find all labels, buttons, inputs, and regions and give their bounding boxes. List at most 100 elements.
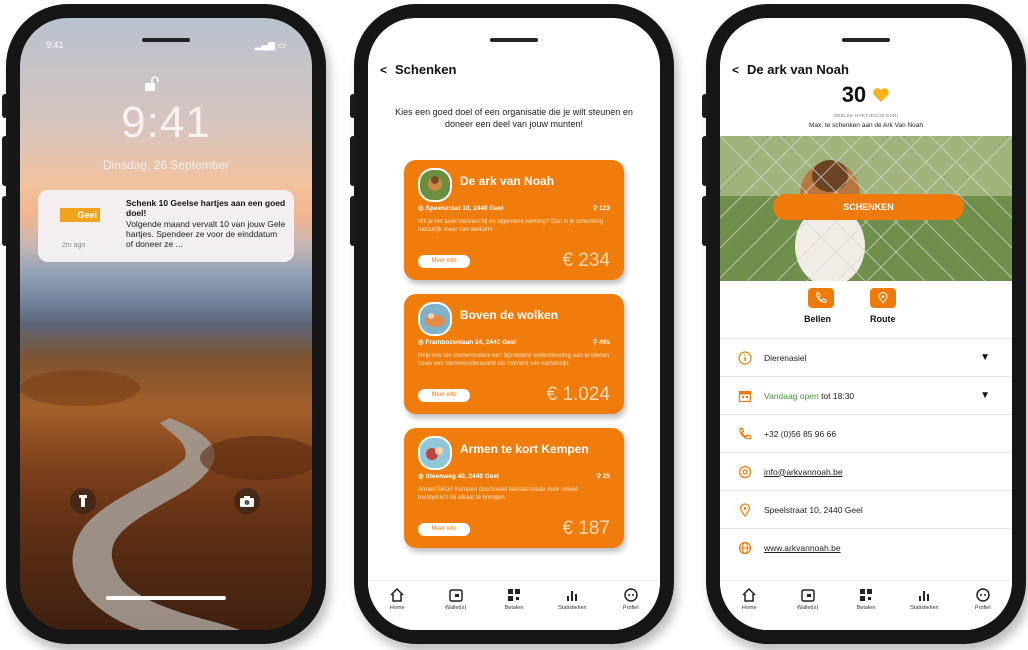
donate-screen: < Schenken Kies een goed doel of een orga… [368,18,660,630]
speaker [842,38,890,42]
expand-arrow-icon[interactable]: ▼ [980,390,990,401]
phone-detail: < De ark van Noah 30 GEELSE HARTJES(30 EU… [702,4,1026,644]
home-indicator[interactable] [106,596,226,600]
camera-button[interactable] [234,488,260,514]
website-row[interactable]: www.arkvannoah.be [720,528,1012,566]
back-icon[interactable]: < [380,63,387,77]
charity-name: Boven de wolken [460,308,559,322]
landscape-path-image [20,370,312,630]
info-icon [738,350,752,365]
more-info-button[interactable]: Meer info [418,255,470,268]
donor-count: ⚲ 25 [596,473,610,480]
date: Dinsdag, 26 September [102,158,230,172]
tab-wallets[interactable]: Wallet(s) [431,587,481,630]
volume-down-button [702,196,708,246]
page-header: < De ark van Noah [732,62,849,77]
charity-avatar [418,436,452,470]
tab-statistics[interactable]: Statistieken [547,587,597,630]
category-row[interactable]: Dierenasiel ▼ [720,338,1012,376]
unlock-icon [145,76,159,91]
home-icon [742,587,756,602]
charity-card[interactable]: Boven de wolken ◎ Frambozenlaan 24, 2440… [404,294,624,414]
side-button [350,94,356,118]
expand-arrow-icon[interactable]: ▼ [980,352,990,363]
page-header: < Schenken [380,62,456,77]
donor-count: ⚲ 485 [592,339,610,346]
tab-profile[interactable]: Profiel [958,587,1008,630]
detail-screen: < De ark van Noah 30 GEELSE HARTJES(30 EU… [720,18,1012,630]
globe-icon [738,541,752,554]
volume-up-button [702,136,708,186]
intro-text: Kies een goed doel of een organisatie di… [395,107,633,129]
charity-name: De ark van Noah [460,174,555,188]
max-donation-text: Max. te schenken aan de Ark Van Noah [808,122,924,129]
hearts-caption: GEELSE HARTJES(30 EUR) [833,113,899,118]
status-time: 9:41 [46,40,64,50]
phone-lockscreen: 9:41 ▂▄▆ ▭ 9:41 Dinsdag, 26 September Ge… [2,4,326,644]
charity-address: ◎ Frambozenlaan 24, 2440 Geel [418,339,517,346]
route-button[interactable] [870,288,896,308]
charity-name: Armen te kort Kempen [460,442,589,456]
side-button [2,94,8,118]
charity-card[interactable]: De ark van Noah ◎ Speelstraat 10, 2440 G… [404,160,624,280]
tab-pay[interactable]: Betalen [841,587,891,630]
charity-description: Wil je het asiel steunen bij de algemene… [418,219,604,233]
speaker [142,38,190,42]
charity-address: ◎ Speelstraat 10, 2440 Geel [418,205,504,212]
more-info-button[interactable]: Meer info [418,523,470,536]
call-button[interactable] [808,288,834,308]
tab-pay[interactable]: Betalen [489,587,539,630]
clock: 9:41 [121,98,211,147]
opening-hours-row[interactable]: Vandaag open tot 18:30 ▼ [720,376,1012,414]
side-button [702,94,708,118]
charity-description: ArmenTeKort Kempen doorbreekt kansarmoed… [418,487,579,501]
charity-card[interactable]: Armen te kort Kempen ◎ Steenweg 40, 2440… [404,428,624,548]
phone-icon [816,292,827,303]
notification[interactable]: Geel 2m ago Schenk 10 Geelse hartjes aan… [38,190,294,262]
address-row[interactable]: Speelstraat 10, 2440 Geel [720,490,1012,528]
phone-donate: < Schenken Kies een goed doel of een orga… [350,4,674,644]
profile-icon [624,588,638,602]
email-row[interactable]: info@arkvannoah.be [720,452,1012,490]
qr-code-icon [859,589,872,601]
tab-bar: Home Wallet(s) Betalen Statistieken Prof… [368,580,660,630]
notification-time: 2m ago [62,242,86,249]
charity-avatar [418,302,452,336]
notification-body: Volgende maand vervalt 10 van jouw Gele … [126,219,286,249]
charity-address: ◎ Steenweg 40, 2440 Geel [418,473,499,480]
flashlight-button[interactable] [70,488,96,514]
phone-icon [739,427,752,439]
route-label: Route [870,314,896,324]
hearts-amount: 30 [720,82,1012,108]
calendar-icon [738,390,752,402]
profile-icon [976,588,990,602]
flashlight-icon [79,495,87,507]
volume-up-button [350,136,356,186]
tab-home[interactable]: Home [724,587,774,630]
home-icon [390,587,404,602]
tab-profile[interactable]: Profiel [606,587,656,630]
donated-amount: € 1.024 [546,384,610,405]
signal-battery-icon: ▂▄▆ ▭ [254,40,286,50]
tab-bar: Home Wallet(s) Betalen Statistieken Prof… [720,580,1012,630]
donate-button[interactable]: SCHENKEN [773,194,964,220]
notification-title: Schenk 10 Geelse hartjes aan een goed do… [126,198,286,218]
tab-statistics[interactable]: Statistieken [899,587,949,630]
lockscreen: 9:41 ▂▄▆ ▭ 9:41 Dinsdag, 26 September Ge… [20,18,312,630]
back-icon[interactable]: < [732,63,739,77]
page-title: Schenken [395,62,457,77]
call-label: Bellen [804,314,832,324]
volume-up-button [2,136,8,186]
dog-photo: SCHENKEN [720,136,1012,281]
geel-logo: Geel [60,208,100,222]
tab-wallets[interactable]: Wallet(s) [783,587,833,630]
bar-chart-icon [919,591,930,601]
donated-amount: € 187 [562,518,610,539]
location-pin-icon [739,502,751,517]
donated-amount: € 234 [562,250,610,271]
more-info-button[interactable]: Meer info [418,389,470,402]
tab-home[interactable]: Home [372,587,422,630]
phone-row[interactable]: +32 (0)56 85 96 66 [720,414,1012,452]
location-pin-icon [878,292,888,304]
speaker [490,38,538,42]
